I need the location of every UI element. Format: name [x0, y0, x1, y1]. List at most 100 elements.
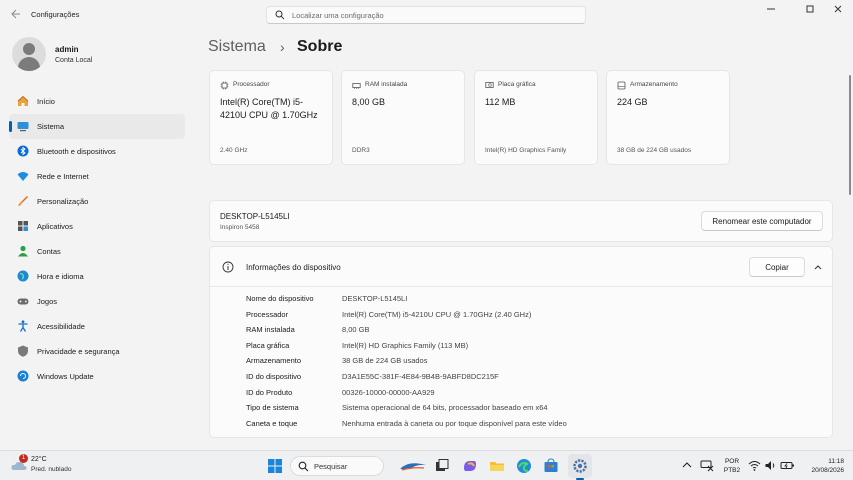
sidebar-item-sistema[interactable]: Sistema	[9, 114, 185, 139]
sidebar-item-label: Acessibilidade	[37, 322, 85, 331]
search-highlight-icon[interactable]	[398, 456, 428, 476]
bluetooth-icon	[17, 145, 29, 157]
chevron-up-icon[interactable]	[813, 263, 823, 271]
system-icon	[17, 122, 29, 132]
card-footer: Intel(R) HD Graphics Family	[485, 147, 567, 154]
sidebar-item-personalizacao[interactable]: Personalização	[9, 189, 185, 214]
sidebar-item-aplicativos[interactable]: Aplicativos	[9, 214, 185, 239]
clock[interactable]: 11:18 20/08/2026	[800, 457, 844, 475]
scrollbar[interactable]	[849, 75, 851, 195]
title-bar: Configurações Localizar uma configuração	[0, 0, 853, 30]
sidebar-item-privacidade[interactable]: Privacidade e segurança	[9, 339, 185, 364]
avatar-body	[18, 57, 40, 71]
sidebar-nav: Início Sistema Bluetooth e dispositivos …	[9, 89, 185, 389]
card-value: 8,00 GB	[352, 97, 386, 107]
network-icon	[17, 172, 29, 181]
wifi-icon[interactable]	[748, 459, 761, 472]
network-disconnected-icon[interactable]	[700, 458, 714, 472]
file-explorer-icon[interactable]	[487, 456, 507, 476]
search-icon	[275, 10, 285, 20]
page-title: Sobre	[297, 38, 343, 55]
sidebar-item-label: Rede e Internet	[37, 172, 89, 181]
home-icon	[17, 95, 29, 106]
taskbar-search-label: Pesquisar	[314, 462, 348, 471]
sidebar-item-label: Sistema	[37, 122, 65, 131]
device-name-panel: DESKTOP-L5145LI Inspiron 5458 Renomear e…	[209, 200, 833, 242]
sidebar-item-windows-update[interactable]: Windows Update	[9, 364, 185, 389]
taskbar-search[interactable]: Pesquisar	[290, 456, 384, 476]
card-title: Armazenamento	[630, 81, 678, 88]
globe-icon	[17, 270, 29, 282]
sidebar-item-inicio[interactable]: Início	[9, 89, 185, 114]
device-model: Inspiron 5458	[220, 224, 260, 231]
settings-gear-icon[interactable]	[570, 456, 590, 476]
settings-search-box[interactable]: Localizar uma configuração	[266, 6, 586, 24]
task-view-icon[interactable]	[432, 456, 452, 476]
row-value: DESKTOP-L5145LI	[342, 294, 408, 303]
active-indicator	[9, 121, 12, 132]
breadcrumb-separator: ›	[280, 39, 285, 55]
row-value: Sistema operacional de 64 bits, processa…	[342, 403, 548, 413]
avatar[interactable]	[12, 37, 46, 71]
battery-icon[interactable]	[780, 459, 795, 472]
language-indicator[interactable]: POR	[720, 458, 744, 465]
apps-icon	[18, 221, 28, 231]
rename-computer-button[interactable]: Renomear este computador	[701, 211, 823, 231]
row-key: RAM instalada	[246, 325, 295, 335]
row-key: Caneta e toque	[246, 418, 298, 428]
keyboard-layout[interactable]: PTB2	[720, 467, 744, 474]
close-button[interactable]	[827, 4, 849, 18]
gpu-icon	[485, 82, 494, 88]
card-title: RAM instalada	[365, 81, 408, 88]
speaker-icon[interactable]	[764, 459, 777, 472]
row-key: ID do Produto	[246, 387, 293, 397]
back-arrow-icon[interactable]	[9, 8, 21, 22]
sidebar-item-label: Bluetooth e dispositivos	[37, 147, 116, 156]
device-info-header[interactable]: Informações do dispositivo Copiar	[210, 247, 832, 287]
card-footer: DDR3	[352, 147, 370, 154]
gpu-card: Placa gráfica 112 MB Intel(R) HD Graphic…	[474, 70, 598, 165]
row-value: Intel(R) HD Graphics Family (113 MB)	[342, 340, 469, 350]
row-value: Intel(R) Core(TM) i5-4210U CPU @ 1.70GHz…	[342, 309, 532, 319]
card-footer: 2.40 GHz	[220, 147, 248, 154]
row-value: 00326-10000-00000-AA929	[342, 387, 435, 397]
account-type: Conta Local	[55, 57, 93, 64]
device-info-panel: Informações do dispositivo Copiar Nome d…	[209, 246, 833, 438]
gamepad-icon	[17, 298, 29, 305]
search-placeholder: Localizar uma configuração	[292, 11, 384, 20]
device-info-title: Informações do dispositivo	[246, 263, 341, 272]
card-value: 224 GB	[617, 97, 648, 107]
windows-start-icon[interactable]	[265, 456, 285, 476]
user-name: admin	[55, 45, 79, 54]
microsoft-store-icon[interactable]	[541, 456, 561, 476]
sidebar-item-jogos[interactable]: Jogos	[9, 289, 185, 314]
edge-browser-icon[interactable]	[514, 456, 534, 476]
row-value: 8,00 GB	[342, 325, 370, 335]
sidebar-item-acessibilidade[interactable]: Acessibilidade	[9, 314, 185, 339]
row-value: D3A1E55C-381F-4E84-9B4B-9ABFD8DC215F	[342, 371, 499, 381]
sidebar-item-rede[interactable]: Rede e Internet	[9, 164, 185, 189]
chevron-up-icon[interactable]	[680, 458, 694, 472]
sidebar-item-hora[interactable]: Hora e idioma	[9, 264, 185, 289]
card-title: Processador	[233, 81, 270, 88]
accessibility-icon	[18, 320, 28, 332]
maximize-button[interactable]	[799, 4, 821, 18]
clock-time: 11:18	[828, 458, 844, 465]
card-value: 112 MB	[485, 97, 516, 107]
brush-icon	[18, 196, 28, 206]
weather-temp: 22°C	[31, 456, 47, 463]
copilot-icon[interactable]	[460, 456, 480, 476]
info-icon	[222, 261, 234, 273]
minimize-button[interactable]	[760, 4, 782, 18]
row-key: Tipo de sistema	[246, 403, 299, 413]
shield-icon	[18, 345, 28, 357]
sidebar-item-label: Início	[37, 97, 55, 106]
sidebar-item-contas[interactable]: Contas	[9, 239, 185, 264]
sidebar-item-label: Personalização	[37, 197, 89, 206]
sidebar-item-label: Jogos	[37, 297, 58, 306]
breadcrumb-parent[interactable]: Sistema	[208, 38, 266, 56]
copy-button[interactable]: Copiar	[749, 257, 805, 277]
sidebar-item-bluetooth[interactable]: Bluetooth e dispositivos	[9, 139, 185, 164]
ram-icon	[352, 83, 361, 89]
ram-card: RAM instalada 8,00 GB DDR3	[341, 70, 465, 165]
